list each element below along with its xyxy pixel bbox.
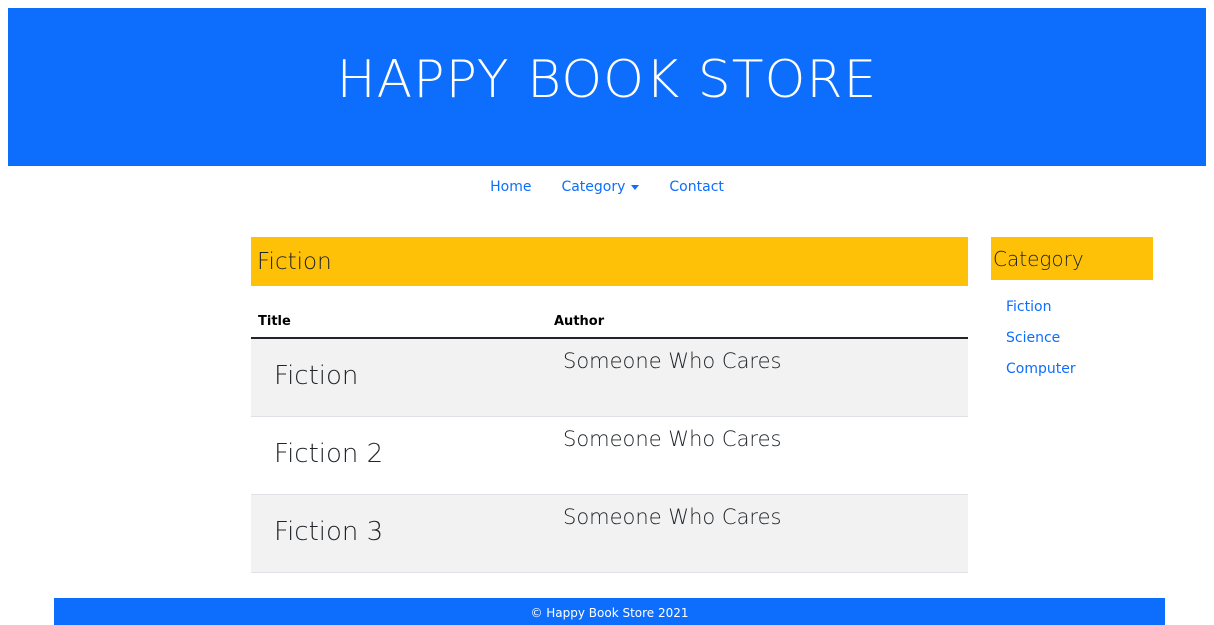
nav-item-category-dropdown[interactable]: Category <box>561 174 640 200</box>
column-header-author: Author <box>547 306 968 339</box>
page: HAPPY BOOK STORE Home Category Contact F… <box>0 0 1214 625</box>
nav-item-label: Category <box>561 179 626 195</box>
column-header-title: Title <box>251 306 547 339</box>
table-cell: Someone Who Cares <box>547 338 968 417</box>
table-row: Fiction Someone Who Cares <box>251 338 968 417</box>
caret-down-icon <box>631 184 640 190</box>
table-header-row: Title Author <box>251 306 968 339</box>
footer-text: © Happy Book Store 2021 <box>530 606 689 620</box>
table-cell: Someone Who Cares <box>547 494 968 573</box>
nav-item-contact[interactable]: Contact <box>669 174 723 200</box>
site-footer: © Happy Book Store 2021 <box>54 598 1165 625</box>
category-list: Fiction Science Computer <box>991 288 1153 389</box>
table-cell: Someone Who Cares <box>547 416 968 495</box>
table-cell: Fiction 2 <box>251 416 547 495</box>
table-row: Fiction 2 Someone Who Cares <box>251 416 968 495</box>
nav-item-label: Home <box>490 179 532 195</box>
main-nav: Home Category Contact <box>0 174 1214 200</box>
book-title: Fiction <box>274 361 359 391</box>
book-author: Someone Who Cares <box>563 427 782 451</box>
books-table: Title Author Fiction Someone Who Cares F… <box>251 306 968 573</box>
sidebar-item-computer[interactable]: Computer <box>1006 350 1153 389</box>
nav-item-label: Contact <box>669 179 724 195</box>
main-content: Fiction Title Author Fiction Someone Who… <box>251 237 968 573</box>
book-title: Fiction 3 <box>274 517 384 547</box>
book-author: Someone Who Cares <box>563 349 782 373</box>
site-banner: HAPPY BOOK STORE <box>8 8 1206 166</box>
section-heading: Fiction <box>251 237 968 286</box>
site-title: HAPPY BOOK STORE <box>336 50 878 110</box>
sidebar-heading: Category <box>991 237 1153 280</box>
table-cell: Fiction 3 <box>251 494 547 573</box>
category-sidebar: Category Fiction Science Computer <box>991 237 1153 389</box>
book-author: Someone Who Cares <box>563 505 782 529</box>
nav-item-home[interactable]: Home <box>490 174 531 200</box>
table-row: Fiction 3 Someone Who Cares <box>251 494 968 573</box>
table-cell: Fiction <box>251 338 547 417</box>
book-title: Fiction 2 <box>274 439 384 469</box>
